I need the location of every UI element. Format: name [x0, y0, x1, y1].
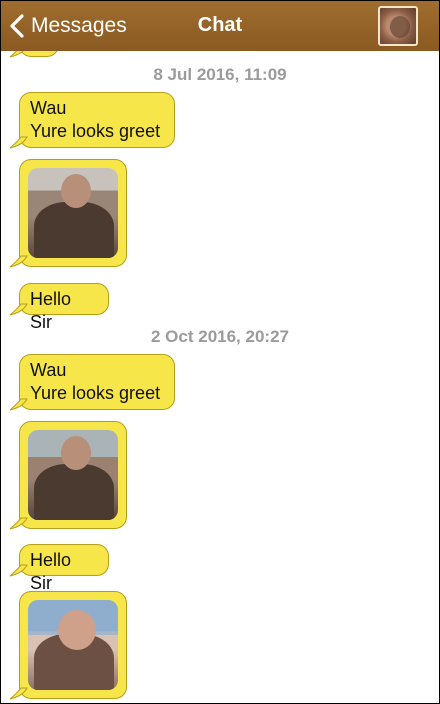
- back-button[interactable]: Messages: [9, 11, 127, 41]
- message-list[interactable]: 8 Jul 2016, 11:09 Wau Yure looks greet H…: [1, 51, 439, 703]
- navigation-bar: Messages Chat: [1, 1, 439, 51]
- photo-message[interactable]: [19, 421, 127, 529]
- bubble-tail-icon: [9, 398, 28, 411]
- chat-screen: Messages Chat 8 Jul 2016, 11:09 Wau Yure…: [0, 0, 440, 704]
- bubble-tail-icon: [9, 564, 28, 577]
- timestamp: 2 Oct 2016, 20:27: [151, 327, 289, 346]
- bubble-tail-icon: [9, 517, 28, 530]
- message-bubble[interactable]: Hello Sir: [19, 283, 109, 332]
- bubble-tail-icon: [9, 51, 24, 58]
- bubble-tail-icon: [9, 687, 28, 700]
- message-bubble[interactable]: Hello Sir: [19, 544, 109, 593]
- bubble-tail-icon: [9, 303, 28, 316]
- message-photo[interactable]: [28, 600, 118, 690]
- photo-message[interactable]: [19, 159, 127, 267]
- message-bubble[interactable]: Wau Yure looks greet: [19, 354, 175, 410]
- message-photo[interactable]: [28, 168, 118, 258]
- bubble-tail-icon: [9, 136, 28, 149]
- message-photo[interactable]: [28, 430, 118, 520]
- photo-message[interactable]: [19, 591, 127, 699]
- timestamp: 8 Jul 2016, 11:09: [153, 65, 287, 84]
- back-label: Messages: [31, 14, 127, 37]
- message-bubble[interactable]: Wau Yure looks greet: [19, 92, 175, 148]
- chevron-left-icon: [10, 14, 24, 38]
- bubble-tail-icon: [9, 255, 28, 268]
- avatar[interactable]: [378, 6, 418, 46]
